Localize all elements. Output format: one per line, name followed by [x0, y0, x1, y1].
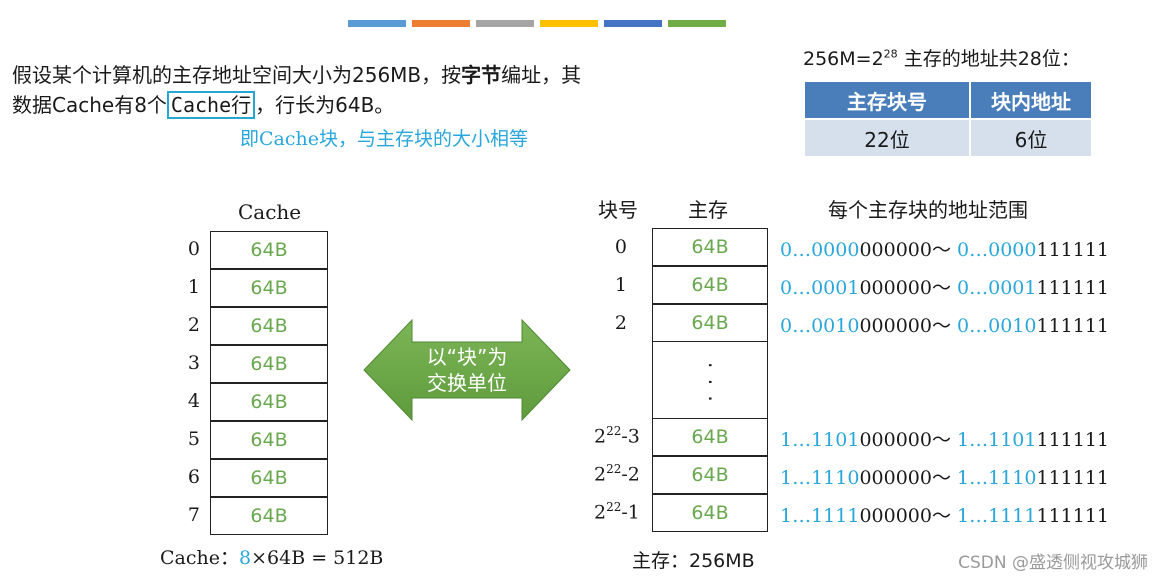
address-range: 0…0001000000～ 0…0001111111: [780, 277, 1110, 299]
memory-block-index: 0: [614, 236, 627, 258]
memory-heading: 主存: [688, 198, 728, 222]
cache-line-index: 3: [187, 352, 200, 374]
block-offset-header: 块内地址: [969, 80, 1093, 120]
memory-block-cell: 64B: [652, 456, 768, 494]
strip-segment: [412, 20, 470, 27]
cache-line-cell: 64B: [210, 307, 328, 345]
cache-line-index: 5: [187, 428, 200, 450]
intro-text: 假设某个计算机的主存地址空间大小为256MB，按字节编址，其数据Cache有8个…: [12, 63, 582, 119]
block-number-header: 主存块号: [803, 80, 971, 120]
block-offset-bits: 6位: [969, 118, 1093, 158]
cache-line-cell: 64B: [210, 497, 328, 535]
address-range: 1…1101000000～ 1…1101111111: [780, 429, 1110, 451]
memory-block-index: 222-3: [594, 424, 640, 448]
cache-line-index: 4: [187, 390, 200, 412]
block-number-bits: 22位: [803, 118, 971, 158]
address-bits-title: 256M=228 主存的地址共28位：: [803, 47, 1080, 70]
ellipsis-dots: · · ·: [652, 340, 768, 418]
cache-line-index: 7: [187, 504, 200, 526]
cache-line-highlight: Cache行: [166, 91, 256, 119]
memory-block-index: 222-2: [594, 462, 640, 486]
address-range: 1…1111000000～ 1…1111111111: [780, 505, 1110, 527]
strip-segment: [604, 20, 662, 27]
bold-keyword: 字节: [461, 63, 502, 87]
cache-line-index: 1: [187, 276, 200, 298]
memory-block-index: 1: [614, 274, 627, 296]
memory-block-index: 2: [614, 312, 627, 334]
arrow-label: 以“块”为 交换单位: [426, 345, 508, 395]
cache-line-cell: 64B: [210, 383, 328, 421]
cache-line-cell: 64B: [210, 269, 328, 307]
watermark: CSDN @盛透侧视攻城狮: [958, 553, 1148, 573]
cache-line-index: 6: [187, 466, 200, 488]
address-range: 0…0010000000～ 0…0010111111: [780, 315, 1110, 337]
cache-line-index: 0: [187, 238, 200, 260]
memory-block-cell: 64B: [652, 266, 768, 304]
memory-block-cell: 64B: [652, 494, 768, 532]
address-range: 1…1110000000～ 1…1110111111: [780, 467, 1110, 489]
memory-block-cell: 64B: [652, 418, 768, 456]
strip-segment: [348, 20, 406, 27]
cache-line-index: 2: [187, 314, 200, 336]
cache-line-cell: 64B: [210, 421, 328, 459]
strip-segment: [540, 20, 598, 27]
cache-line-cell: 64B: [210, 459, 328, 497]
strip-segment: [476, 20, 534, 27]
cache-title: Cache: [238, 200, 302, 224]
memory-block-cell: 64B: [652, 304, 768, 342]
memory-size-footer: 主存：256MB: [632, 550, 755, 572]
block-number-heading: 块号: [598, 198, 638, 222]
memory-block-index: 222-1: [594, 500, 640, 524]
cache-block-note: 即Cache块，与主存块的大小相等: [240, 128, 528, 150]
cache-size-footer: Cache：8×64B = 512B: [160, 547, 384, 569]
cache-line-cell: 64B: [210, 231, 328, 269]
address-range: 0…0000000000～ 0…0000111111: [780, 239, 1110, 261]
address-split-table: 主存块号 块内地址 22位 6位: [803, 80, 1093, 158]
memory-block-cell: 64B: [652, 228, 768, 266]
strip-segment: [668, 20, 726, 27]
cache-line-cell: 64B: [210, 345, 328, 383]
address-range-heading: 每个主存块的地址范围: [828, 198, 1028, 222]
